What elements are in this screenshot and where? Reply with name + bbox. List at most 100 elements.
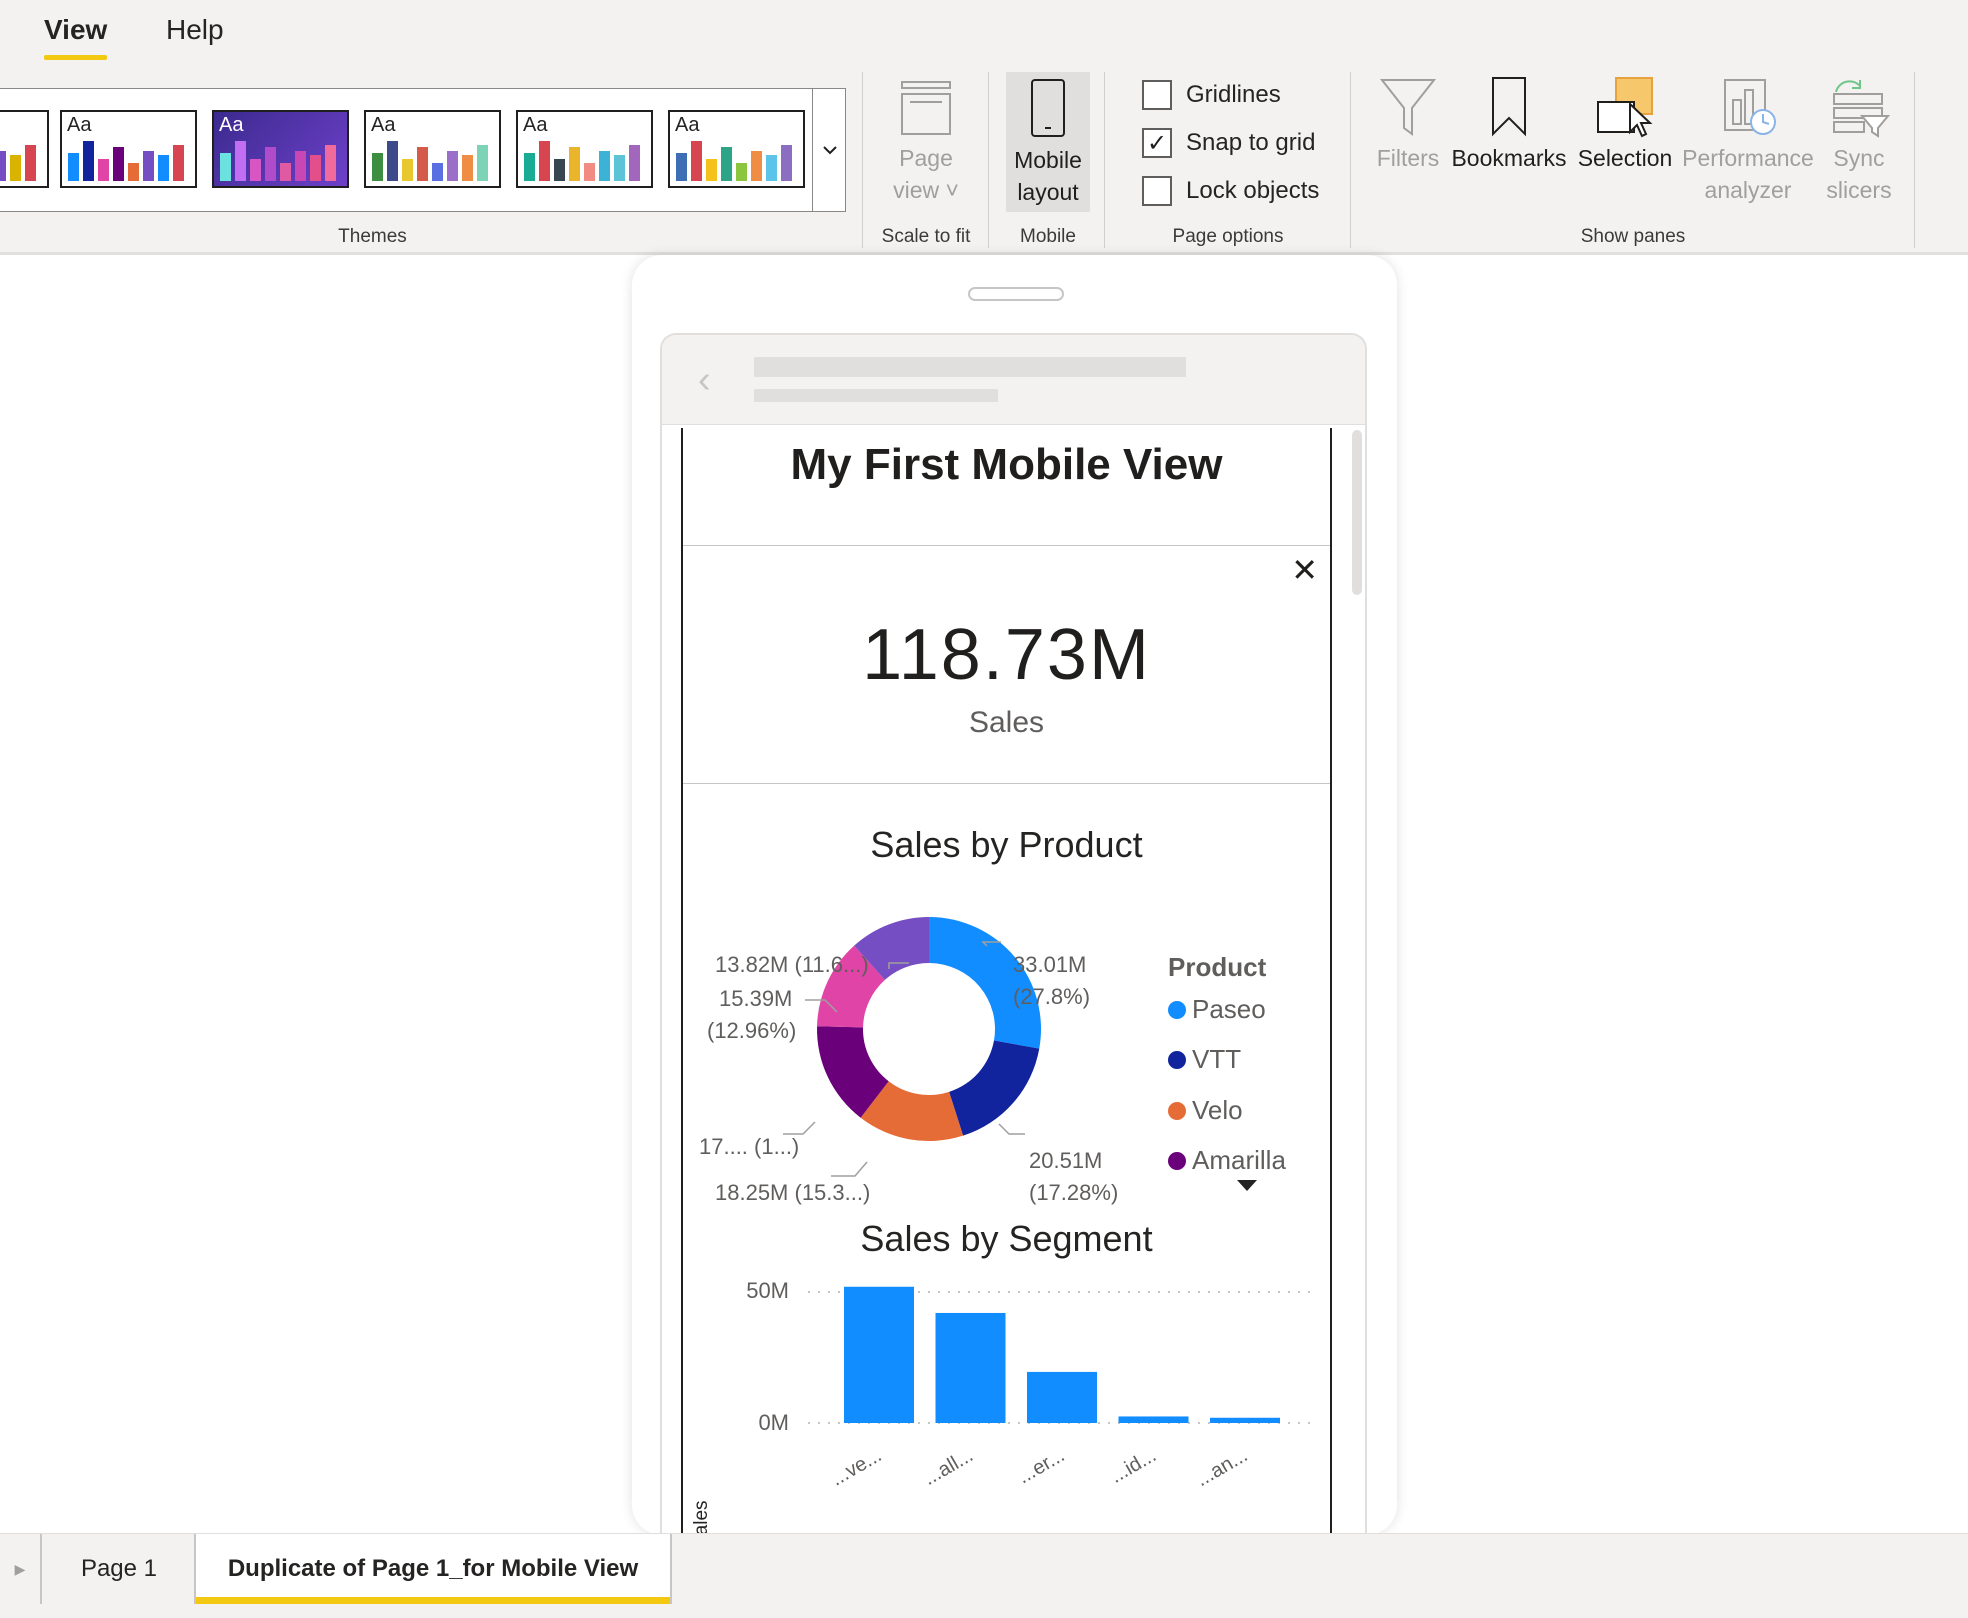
bookmarks-pane-button[interactable]: Bookmarks (1450, 76, 1568, 174)
legend-item-amarilla[interactable]: Amarilla (1168, 1145, 1286, 1176)
theme-swatch[interactable]: Aa (60, 110, 197, 188)
theme-color-bar (614, 155, 625, 181)
donut-chart-card[interactable]: Sales by Product 13.82M (11.6...) 15.39M… (683, 784, 1330, 1205)
theme-swatch[interactable]: Aa (212, 110, 349, 188)
themes-expand-button[interactable] (812, 88, 846, 212)
bar[interactable] (1027, 1371, 1097, 1423)
theme-color-bar (766, 155, 777, 181)
legend-item-velo[interactable]: Velo (1168, 1095, 1243, 1126)
gridlines-option[interactable]: Gridlines (1142, 80, 1281, 110)
legend-title: Product (1168, 952, 1267, 982)
theme-color-bar (676, 153, 687, 181)
slice-label-bottom-right-pct: (17.28%) (1029, 1180, 1119, 1205)
page-nav-arrow-icon[interactable]: ▶ (0, 1534, 42, 1604)
performance-analyzer-button[interactable]: Performance analyzer (1678, 76, 1818, 206)
group-label-themes: Themes (338, 226, 407, 247)
page-tab-duplicate[interactable]: Duplicate of Page 1_for Mobile View (196, 1534, 672, 1604)
leader-line (783, 1121, 816, 1135)
donut-slice[interactable] (949, 1040, 1040, 1136)
ribbon: View Help AaAaAaAaAaAa Themes Page view … (0, 0, 1968, 255)
theme-color-bar (432, 163, 443, 181)
lock-objects-checkbox[interactable] (1142, 176, 1172, 206)
theme-color-bar (736, 163, 747, 181)
tab-view[interactable]: View (44, 14, 108, 60)
lock-objects-label: Lock objects (1186, 177, 1320, 204)
theme-color-bar (83, 141, 94, 181)
group-separator (988, 72, 989, 248)
legend-dot (1168, 1050, 1186, 1069)
group-separator (1350, 72, 1351, 248)
page-view-button[interactable]: Page view ˅ (880, 78, 972, 206)
theme-color-bar (0, 151, 6, 181)
legend-item-paseo[interactable]: Paseo (1168, 994, 1266, 1025)
theme-color-bars (524, 133, 645, 181)
theme-color-bar (524, 153, 535, 181)
donut-slice[interactable] (929, 917, 1041, 1049)
page-tab-page-1[interactable]: Page 1 (44, 1534, 196, 1604)
mobile-layout-label-1: Mobile (1014, 147, 1082, 173)
x-tick-label: ...an... (1192, 1444, 1251, 1491)
theme-color-bar (387, 141, 398, 181)
slice-label-left-bottom: 17.... (1...) (699, 1134, 800, 1159)
bar-chart: ...ve... ...all... ...er... ...id... ...an..… (808, 1286, 1313, 1491)
theme-swatch[interactable]: Aa (0, 110, 49, 188)
theme-color-bar (584, 163, 595, 181)
theme-swatch[interactable]: Aa (364, 110, 501, 188)
theme-color-bar (462, 155, 473, 181)
theme-color-bar (751, 151, 762, 181)
gridlines-checkbox[interactable] (1142, 80, 1172, 110)
sync-slicers-icon (1833, 80, 1891, 138)
page-view-label-1: Page (899, 145, 953, 171)
theme-color-bar (417, 147, 428, 181)
selection-label: Selection (1577, 145, 1673, 171)
theme-color-bar (721, 147, 732, 181)
theme-color-bar (143, 151, 154, 181)
page-tabs-bar: ▶ Page 1 Duplicate of Page 1_for Mobile … (0, 1533, 1968, 1618)
theme-color-bar (402, 159, 413, 181)
legend-item-vtt[interactable]: VTT (1168, 1044, 1241, 1075)
sync-slicers-button[interactable]: Sync slicers (1818, 76, 1900, 206)
tab-help[interactable]: Help (166, 14, 224, 46)
close-icon[interactable]: ✕ (1291, 554, 1318, 586)
report-scrollbar[interactable] (1352, 430, 1362, 595)
theme-color-bar (599, 151, 610, 181)
legend-more-arrow-icon[interactable] (1237, 1180, 1257, 1191)
group-label-scale: Scale to fit (881, 226, 971, 247)
x-tick-label: ...all... (920, 1444, 977, 1490)
theme-color-bar (447, 151, 458, 181)
phone-speaker (968, 287, 1064, 301)
selection-icon (1597, 77, 1653, 138)
theme-color-bar (781, 145, 792, 181)
mobile-layout-button[interactable]: Mobile layout (1006, 72, 1090, 212)
chevron-down-icon (822, 146, 837, 155)
theme-swatch[interactable]: Aa (516, 110, 653, 188)
bar[interactable] (935, 1312, 1006, 1423)
filters-pane-button[interactable]: Filters (1368, 76, 1448, 174)
report-title-card[interactable]: My First Mobile View (683, 428, 1330, 546)
slice-label-bottom-right-value: 20.51M (1029, 1148, 1103, 1173)
kpi-card[interactable]: ✕ 118.73M Sales (683, 546, 1330, 784)
group-label-mobile: Mobile (1020, 226, 1076, 247)
filters-label: Filters (1376, 145, 1440, 171)
snap-to-grid-checkbox[interactable]: ✓ (1142, 128, 1172, 158)
bar-chart-card[interactable]: Sales by Segment Sales 50M 0M ...ve.....… (683, 1218, 1330, 1558)
theme-color-bar (25, 145, 36, 181)
theme-color-bar (325, 145, 336, 181)
theme-swatch[interactable]: Aa (668, 110, 805, 188)
theme-color-bar (295, 151, 306, 181)
theme-color-bar (629, 145, 640, 181)
lock-objects-option[interactable]: Lock objects (1142, 176, 1319, 206)
bar[interactable] (844, 1286, 914, 1423)
selection-pane-button[interactable]: Selection (1570, 76, 1680, 174)
ribbon-tabbar: View Help (0, 0, 1968, 70)
theme-color-bar (372, 153, 383, 181)
theme-color-bar (173, 145, 184, 181)
page-view-label-2: view ˅ (893, 177, 959, 203)
theme-color-bar (98, 159, 109, 181)
back-chevron-icon[interactable]: ‹ (698, 359, 711, 402)
bar[interactable] (1118, 1416, 1189, 1423)
snap-to-grid-option[interactable]: ✓ Snap to grid (1142, 128, 1315, 158)
bar[interactable] (1210, 1417, 1280, 1423)
legend-dot (1168, 1151, 1186, 1170)
theme-color-bars (68, 133, 189, 181)
